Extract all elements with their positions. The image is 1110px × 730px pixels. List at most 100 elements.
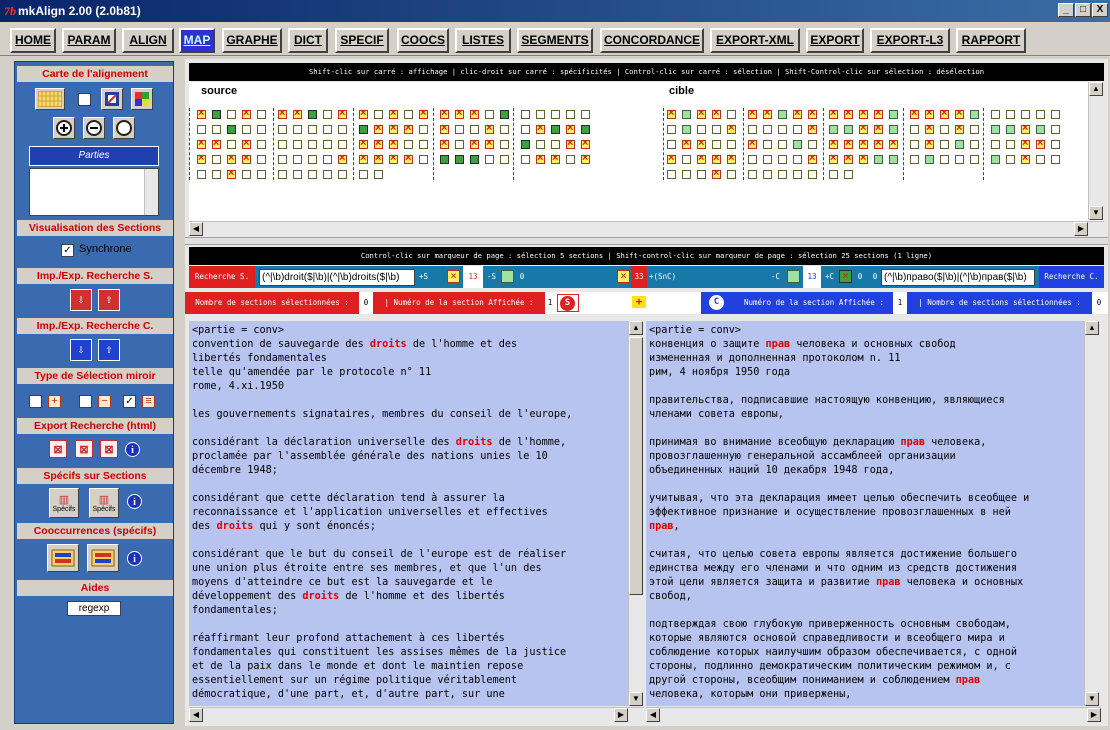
map-section-square[interactable]: [227, 152, 236, 164]
map-section-square[interactable]: [521, 110, 530, 119]
map-section-square[interactable]: [874, 155, 883, 164]
map-section-square[interactable]: [485, 155, 494, 164]
map-section-square[interactable]: [308, 170, 317, 179]
map-section-square[interactable]: [925, 137, 934, 149]
map-section-square[interactable]: [889, 125, 898, 134]
map-section-square[interactable]: [808, 122, 817, 134]
map-section-square[interactable]: [278, 140, 287, 149]
map-section-square[interactable]: [874, 137, 883, 149]
map-section-square[interactable]: [566, 122, 575, 134]
map-section-square[interactable]: [500, 140, 509, 149]
map-section-square[interactable]: [197, 107, 206, 119]
minus-s-toggle[interactable]: [501, 270, 514, 283]
map-section-square[interactable]: [829, 137, 838, 149]
source-scroll-thumb[interactable]: [629, 337, 643, 595]
tab-segments[interactable]: SEGMENTS: [517, 28, 593, 53]
import-search-c-button[interactable]: ⇩: [70, 339, 92, 361]
scroll-right-icon[interactable]: ▶: [1074, 222, 1088, 236]
map-section-square[interactable]: [808, 170, 817, 179]
page-marker[interactable]: [353, 108, 354, 180]
map-section-square[interactable]: [667, 140, 676, 149]
map-section-square[interactable]: [829, 152, 838, 164]
scroll-left-icon[interactable]: ◀: [646, 708, 660, 722]
map-section-square[interactable]: [1036, 110, 1045, 119]
tab-listes[interactable]: LISTES: [455, 28, 511, 53]
source-hscroll[interactable]: ◀ ▶: [189, 707, 644, 723]
map-section-square[interactable]: [1051, 140, 1060, 149]
map-section-square[interactable]: [242, 107, 251, 119]
map-section-square[interactable]: [257, 140, 266, 149]
map-section-square[interactable]: [470, 155, 479, 164]
map-section-square[interactable]: [1021, 137, 1030, 149]
map-section-square[interactable]: [338, 107, 347, 119]
map-section-square[interactable]: [682, 137, 691, 149]
s-section-button[interactable]: S: [557, 294, 579, 312]
page-marker[interactable]: [513, 108, 514, 180]
map-section-square[interactable]: [551, 140, 560, 149]
map-section-square[interactable]: [808, 107, 817, 119]
map-section-square[interactable]: [1006, 110, 1015, 119]
map-section-square[interactable]: [374, 170, 383, 179]
map-section-square[interactable]: [727, 110, 736, 119]
map-section-square[interactable]: [197, 170, 206, 179]
map-section-square[interactable]: [455, 125, 464, 134]
map-section-square[interactable]: [359, 125, 368, 134]
search-c-input[interactable]: (^|\b)право($|\b)|(^|\b)прав($|\b): [881, 269, 1035, 286]
zoom-in-button[interactable]: [53, 117, 75, 139]
map-section-square[interactable]: [829, 107, 838, 119]
map-section-square[interactable]: [521, 155, 530, 164]
map-section-square[interactable]: [323, 140, 332, 149]
map-section-square[interactable]: [242, 137, 251, 149]
map-section-square[interactable]: [1006, 140, 1015, 149]
map-section-square[interactable]: [323, 170, 332, 179]
map-section-square[interactable]: [991, 155, 1000, 164]
tab-home[interactable]: HOME: [10, 28, 56, 53]
tab-export-l3[interactable]: EXPORT-L3: [870, 28, 950, 53]
map-section-square[interactable]: [323, 125, 332, 134]
map-section-square[interactable]: [278, 107, 287, 119]
plus-c-toggle[interactable]: ×: [839, 270, 852, 283]
map-section-square[interactable]: [667, 107, 676, 119]
tab-rapport[interactable]: RAPPORT: [956, 28, 1026, 53]
map-section-square[interactable]: [389, 107, 398, 119]
page-marker[interactable]: [743, 108, 744, 180]
map-section-square[interactable]: [1051, 110, 1060, 119]
map-section-square[interactable]: [470, 137, 479, 149]
map-section-square[interactable]: [793, 170, 802, 179]
map-section-square[interactable]: [197, 152, 206, 164]
map-section-square[interactable]: [485, 137, 494, 149]
map-section-square[interactable]: [727, 152, 736, 164]
splitter[interactable]: [185, 237, 1108, 245]
map-section-square[interactable]: [910, 125, 919, 134]
map-section-square[interactable]: [844, 107, 853, 119]
map-section-square[interactable]: [859, 122, 868, 134]
map-section-square[interactable]: [859, 137, 868, 149]
map-section-square[interactable]: [829, 125, 838, 134]
map-section-square[interactable]: [940, 107, 949, 119]
map-section-square[interactable]: [374, 122, 383, 134]
map-section-square[interactable]: [955, 107, 964, 119]
page-marker[interactable]: [983, 108, 984, 180]
close-button[interactable]: X: [1092, 3, 1108, 17]
scroll-right-icon[interactable]: ▶: [1087, 708, 1101, 722]
map-section-square[interactable]: [793, 125, 802, 134]
map-section-square[interactable]: [667, 152, 676, 164]
map-section-square[interactable]: [874, 107, 883, 119]
map-section-square[interactable]: [778, 155, 787, 164]
map-section-square[interactable]: [910, 107, 919, 119]
map-section-square[interactable]: [440, 122, 449, 134]
map-section-square[interactable]: [227, 167, 236, 179]
map-section-square[interactable]: [682, 170, 691, 179]
grid-view-button[interactable]: [35, 88, 65, 110]
map-section-square[interactable]: [404, 152, 413, 164]
map-section-square[interactable]: [727, 170, 736, 179]
tab-dict[interactable]: DICT: [288, 28, 328, 53]
map-section-square[interactable]: [374, 110, 383, 119]
miroir-equal-checkbox[interactable]: ✓: [123, 395, 136, 408]
map-hscroll[interactable]: ◀ ▶: [189, 221, 1104, 237]
map-section-square[interactable]: [338, 140, 347, 149]
map-section-square[interactable]: [500, 125, 509, 134]
sc-toggle[interactable]: ×: [617, 270, 630, 283]
map-section-square[interactable]: [440, 107, 449, 119]
map-section-square[interactable]: [521, 140, 530, 149]
